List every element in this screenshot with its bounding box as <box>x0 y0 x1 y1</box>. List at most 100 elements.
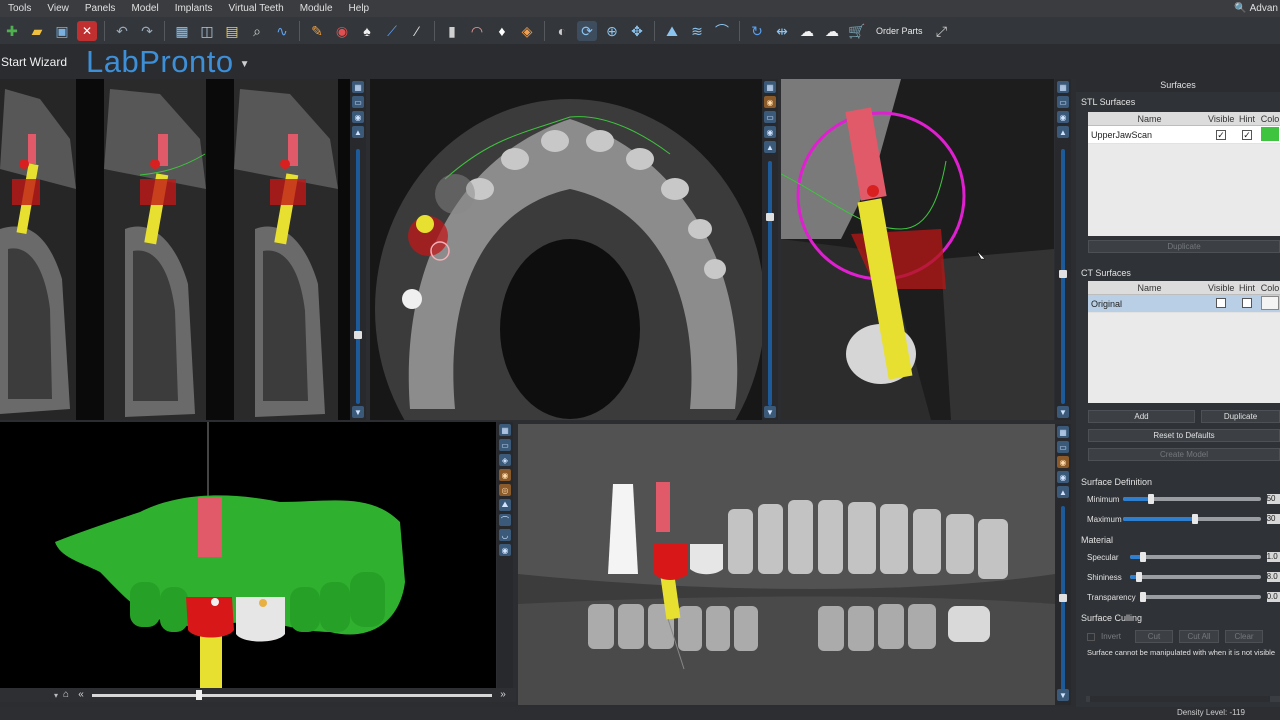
cross-section-view[interactable] <box>0 79 350 420</box>
smile-icon[interactable]: ◡ <box>499 529 511 541</box>
draw-nerve-icon[interactable]: ✎ <box>307 21 327 41</box>
cloud-icon[interactable]: ☁ <box>822 21 842 41</box>
table-row[interactable]: UpperJawScan ✓ ✓ <box>1088 126 1280 144</box>
layout-icon[interactable]: ▦ <box>1057 426 1069 438</box>
close-icon[interactable]: ✕ <box>77 20 97 41</box>
sync-icon[interactable]: ◉ <box>1057 471 1069 483</box>
new-icon[interactable]: ✚ <box>2 21 22 41</box>
chevron-down-icon[interactable]: ▼ <box>240 59 250 70</box>
tooth-icon[interactable]: ◉ <box>764 96 776 108</box>
hint-checkbox[interactable] <box>1242 297 1252 308</box>
chevron-down-icon[interactable]: ▼ <box>352 406 364 418</box>
color-swatch[interactable] <box>1261 126 1279 141</box>
slider-knob[interactable] <box>1139 592 1146 602</box>
zoom-icon[interactable]: ⊕ <box>602 21 622 41</box>
scroll-thumb[interactable] <box>354 331 362 339</box>
tooth-library-icon[interactable]: ♦ <box>492 21 512 41</box>
eye-icon[interactable]: ◉ <box>499 544 511 556</box>
crown-icon[interactable]: ◎ <box>499 484 511 496</box>
chevron-down-icon[interactable]: ▼ <box>1057 689 1069 701</box>
advanced-search[interactable]: 🔍 Advan <box>1234 0 1280 17</box>
save-icon[interactable]: ▣ <box>52 21 72 41</box>
menu-panels[interactable]: Panels <box>77 3 124 14</box>
start-wizard-button[interactable]: Start Wizard <box>0 55 82 69</box>
mountain-icon[interactable]: ⛰ <box>662 21 682 41</box>
home-icon[interactable]: ⌂ <box>58 688 74 702</box>
visible-checkbox[interactable] <box>1216 297 1226 308</box>
chevron-down-icon[interactable]: ▼ <box>764 406 776 418</box>
tooth-icon[interactable]: ◉ <box>499 469 511 481</box>
color-swatch[interactable] <box>1261 295 1279 310</box>
timeline-track[interactable] <box>92 689 492 700</box>
invert-checkbox[interactable] <box>1087 632 1095 641</box>
maximize-icon[interactable]: ▭ <box>1057 441 1069 453</box>
specular-slider[interactable] <box>1130 552 1261 562</box>
reset-view-icon[interactable]: ↻ <box>747 21 767 41</box>
cart-icon[interactable]: 🛒 <box>847 21 867 41</box>
rotate-icon[interactable]: ⟳ <box>577 20 597 41</box>
menu-help[interactable]: Help <box>341 3 378 14</box>
implant-icon[interactable]: ▮ <box>442 21 462 41</box>
layout-icon[interactable]: ▦ <box>1057 81 1069 93</box>
implant-detail-view[interactable] <box>781 79 1054 420</box>
stl-duplicate-button[interactable]: Duplicate <box>1088 240 1280 253</box>
align-icon[interactable]: ⇹ <box>772 21 792 41</box>
menu-model[interactable]: Model <box>123 3 166 14</box>
menu-view[interactable]: View <box>39 3 77 14</box>
scroll-thumb[interactable] <box>1059 270 1067 278</box>
move-icon[interactable]: ✥ <box>627 21 647 41</box>
slider-knob[interactable] <box>1140 552 1147 562</box>
menu-virtual-teeth[interactable]: Virtual Teeth <box>220 3 291 14</box>
axial-scrollbar[interactable] <box>768 161 772 406</box>
undo-icon[interactable]: ↶ <box>112 21 132 41</box>
multi-tooth-icon[interactable]: ◈ <box>517 21 537 41</box>
slice-icon[interactable]: ≋ <box>687 21 707 41</box>
transparency-spinbox[interactable]: 0.0 <box>1266 592 1280 602</box>
axial-view[interactable] <box>370 79 762 420</box>
minimum-slider[interactable] <box>1123 494 1261 504</box>
specular-spinbox[interactable]: 1.0 <box>1266 552 1280 562</box>
layout-icon[interactable]: ▦ <box>352 81 364 93</box>
transparency-slider[interactable] <box>1139 592 1261 602</box>
layout-grid-icon[interactable]: ▦ <box>172 21 192 41</box>
measure-icon[interactable]: ⟋ <box>382 21 402 41</box>
timeline-handle[interactable] <box>196 689 202 700</box>
column-color[interactable]: Colo <box>1260 114 1280 124</box>
minimum-spinbox[interactable]: 50 <box>1266 494 1280 504</box>
model-3d-horizontal-scrollbar[interactable]: ▾ ⌂ « » <box>0 688 516 702</box>
rewind-icon[interactable]: « <box>74 688 88 702</box>
chevron-up-icon[interactable]: ▲ <box>1057 486 1069 498</box>
expand-icon[interactable]: ⤢ <box>932 21 952 41</box>
column-hint[interactable]: Hint <box>1234 114 1260 124</box>
column-visible[interactable]: Visible <box>1208 114 1234 124</box>
redo-icon[interactable]: ↷ <box>137 21 157 41</box>
sync-icon[interactable]: ◉ <box>764 126 776 138</box>
notes-icon[interactable]: ▤ <box>222 21 242 41</box>
maximum-slider[interactable] <box>1123 514 1261 524</box>
column-color[interactable]: Colo <box>1260 283 1280 293</box>
forward-icon[interactable]: » <box>496 688 510 702</box>
ct-duplicate-button[interactable]: Duplicate <box>1201 410 1280 423</box>
shininess-slider[interactable] <box>1130 572 1261 582</box>
arch-icon[interactable]: ⌒ <box>712 21 732 41</box>
chevron-up-icon[interactable]: ▲ <box>1057 126 1069 138</box>
visible-checkbox[interactable]: ✓ <box>1216 129 1226 140</box>
sync-icon[interactable]: ◉ <box>352 111 364 123</box>
curve-icon[interactable]: ∿ <box>272 21 292 41</box>
sync-icon[interactable]: ◉ <box>1057 111 1069 123</box>
ct-add-button[interactable]: Add <box>1088 410 1195 423</box>
jaw-icon[interactable]: ◠ <box>467 21 487 41</box>
scroll-thumb[interactable] <box>1090 696 1270 702</box>
column-hint[interactable]: Hint <box>1234 283 1260 293</box>
menu-module[interactable]: Module <box>292 3 341 14</box>
tooth-icon[interactable]: ♠ <box>357 21 377 41</box>
contrast-icon[interactable]: ◐ <box>552 21 572 41</box>
panoramic-view[interactable] <box>518 424 1055 705</box>
slider-knob[interactable] <box>1191 514 1198 524</box>
chevron-down-icon[interactable]: ▾ <box>0 691 58 700</box>
menu-tools[interactable]: Tools <box>0 3 39 14</box>
reset-defaults-button[interactable]: Reset to Defaults <box>1088 429 1280 442</box>
shininess-spinbox[interactable]: 8.0 <box>1266 572 1280 582</box>
cloud-upload-icon[interactable]: ☁ <box>797 21 817 41</box>
magnifier-icon[interactable]: ⌕ <box>247 21 267 41</box>
